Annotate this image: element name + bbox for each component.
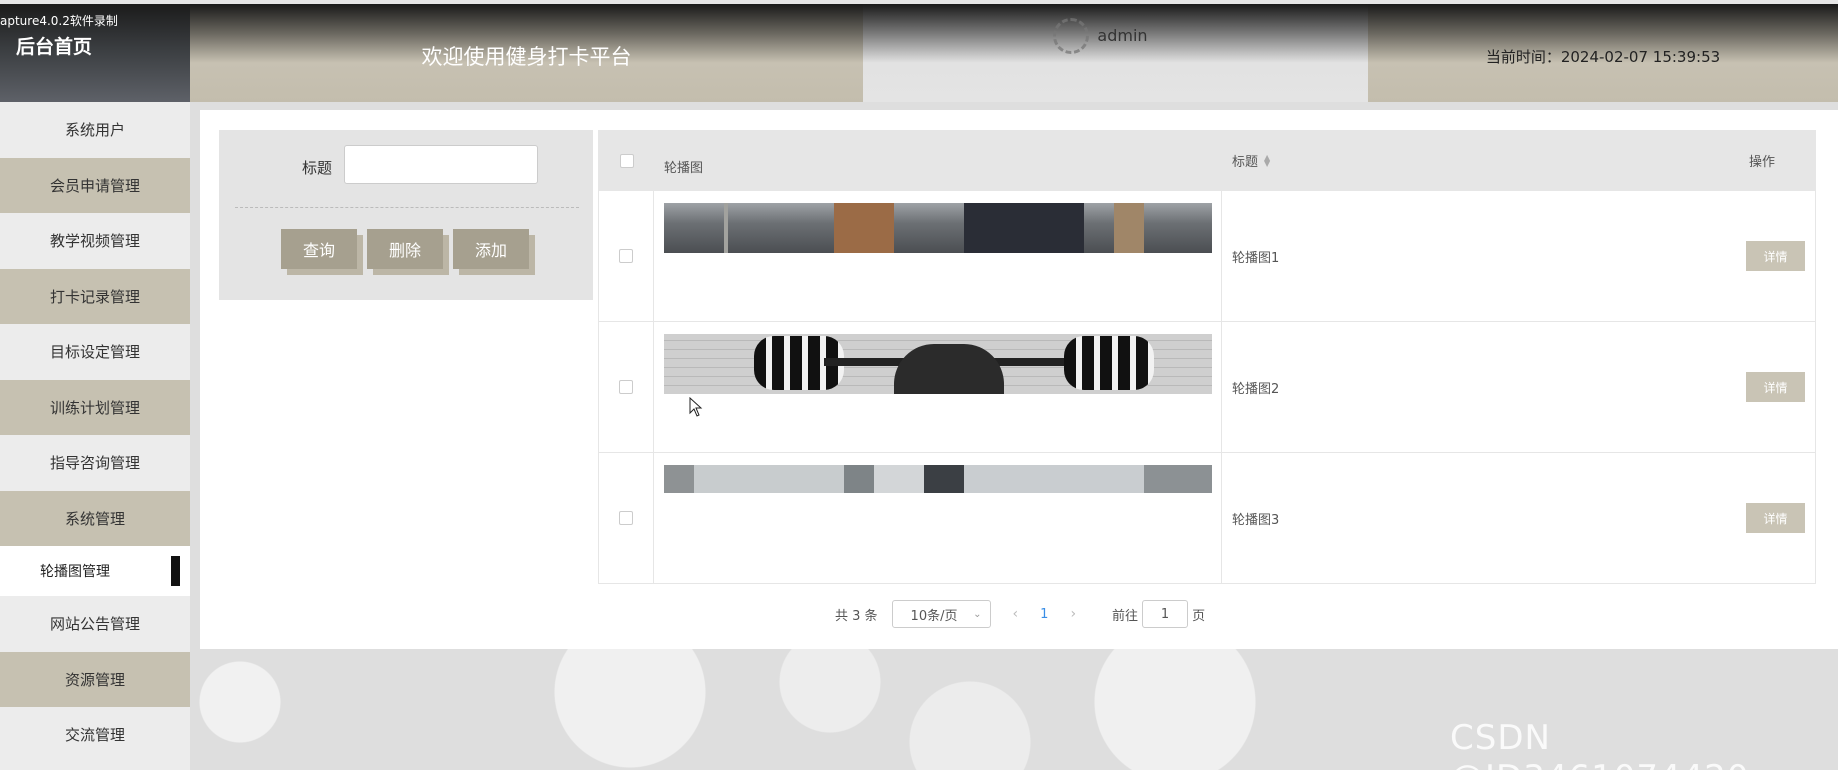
sidebar-item-training-plans[interactable]: 训练计划管理	[0, 379, 190, 435]
prev-page-icon[interactable]: ‹	[1013, 606, 1019, 622]
row-check-cell	[599, 191, 654, 321]
detail-button[interactable]: 详情	[1746, 372, 1805, 402]
page-unit: 页	[1192, 608, 1206, 624]
pagination: 共 3 条 10条/页 ⌄ ‹ 1 › 前往 页	[835, 600, 1205, 628]
detail-button[interactable]: 详情	[1746, 241, 1805, 271]
carousel-image	[664, 203, 1212, 253]
header-title[interactable]: 标题 ▲ ▼	[1222, 151, 1665, 170]
recorder-watermark: apture4.0.2软件录制	[0, 14, 118, 28]
carousel-image	[664, 465, 1212, 493]
add-button[interactable]: 添加	[453, 229, 529, 269]
csdn-watermark: CSDN @ID3461074420	[1450, 718, 1749, 770]
sidebar-item-system-users[interactable]: 系统用户	[0, 102, 190, 158]
sidebar-item-teaching-videos[interactable]: 教学视频管理	[0, 213, 190, 269]
welcome-banner: 欢迎使用健身打卡平台	[190, 4, 863, 102]
title-cell: 轮播图1	[1232, 250, 1280, 266]
detail-button[interactable]: 详情	[1746, 503, 1805, 533]
page-size-select[interactable]: 10条/页 ⌄	[891, 600, 991, 628]
chevron-down-icon: ⌄	[973, 608, 982, 620]
goto-page-input[interactable]	[1142, 600, 1189, 628]
delete-button[interactable]: 删除	[367, 229, 443, 269]
sort-icon[interactable]: ▲ ▼	[1264, 153, 1270, 167]
operation-cell: 详情	[1665, 322, 1815, 452]
carousel-table: 轮播图 标题 ▲ ▼ 操作 轮播图1 详情 轮播图2 详情 轮播图3 详情	[598, 130, 1816, 584]
next-page-icon[interactable]: ›	[1070, 606, 1076, 622]
title-search-input[interactable]	[344, 145, 538, 184]
sidebar: 系统用户 会员申请管理 教学视频管理 打卡记录管理 目标设定管理 训练计划管理 …	[0, 102, 190, 770]
page-size-value: 10条/页	[910, 608, 958, 624]
goto-label: 前往	[1112, 608, 1139, 624]
title-label: 标题	[302, 159, 333, 177]
header-operation: 操作	[1748, 155, 1775, 170]
title-cell: 轮播图2	[1232, 381, 1280, 397]
current-page[interactable]: 1	[1040, 607, 1048, 622]
row-checkbox[interactable]	[619, 511, 633, 525]
sidebar-item-resources[interactable]: 资源管理	[0, 651, 190, 707]
mouse-cursor-icon	[689, 397, 703, 417]
query-button[interactable]: 查询	[281, 229, 357, 269]
table-row: 轮播图3 详情	[599, 452, 1815, 583]
image-cell	[654, 191, 1222, 321]
current-time: 当前时间：2024-02-07 15:39:53	[1368, 4, 1838, 102]
avatar[interactable]	[1053, 18, 1090, 54]
table-row: 轮播图2 详情	[599, 321, 1815, 452]
sidebar-item-checkin-records[interactable]: 打卡记录管理	[0, 268, 190, 324]
row-checkbox[interactable]	[619, 249, 633, 263]
sidebar-item-goal-settings[interactable]: 目标设定管理	[0, 324, 190, 380]
header-image: 轮播图	[664, 161, 704, 176]
select-all-cell	[599, 153, 654, 168]
top-header: 后台首页 欢迎使用健身打卡平台 admin 当前时间：2024-02-07 15…	[0, 4, 1838, 102]
operation-cell: 详情	[1665, 453, 1815, 583]
image-cell	[654, 453, 1222, 583]
total-count: 共 3 条	[835, 608, 878, 624]
table-row: 轮播图1 详情	[599, 190, 1815, 321]
operation-cell: 详情	[1665, 191, 1815, 321]
sidebar-item-announcements[interactable]: 网站公告管理	[0, 596, 190, 652]
select-all-checkbox[interactable]	[619, 153, 634, 168]
sidebar-item-guidance[interactable]: 指导咨询管理	[0, 435, 190, 491]
divider	[235, 207, 579, 208]
username[interactable]: admin	[1097, 18, 1147, 45]
row-check-cell	[599, 453, 654, 583]
row-check-cell	[599, 322, 654, 452]
sidebar-item-communication[interactable]: 交流管理	[0, 707, 190, 763]
row-checkbox[interactable]	[619, 380, 633, 394]
active-marker	[171, 556, 180, 586]
search-panel: 标题 查询 删除 添加	[219, 130, 593, 300]
user-area[interactable]: admin	[863, 4, 1368, 102]
carousel-image	[664, 334, 1212, 394]
image-cell	[654, 322, 1222, 452]
sidebar-item-member-applications[interactable]: 会员申请管理	[0, 157, 190, 213]
sidebar-subitem-label: 轮播图管理	[40, 564, 110, 580]
sidebar-item-system-management[interactable]: 系统管理	[0, 490, 190, 546]
search-buttons: 查询 删除 添加	[281, 229, 529, 269]
table-header: 轮播图 标题 ▲ ▼ 操作	[599, 131, 1815, 190]
title-cell: 轮播图3	[1232, 512, 1280, 528]
header-title-label: 标题	[1232, 155, 1259, 170]
sidebar-subitem-carousel[interactable]: 轮播图管理	[0, 546, 190, 596]
